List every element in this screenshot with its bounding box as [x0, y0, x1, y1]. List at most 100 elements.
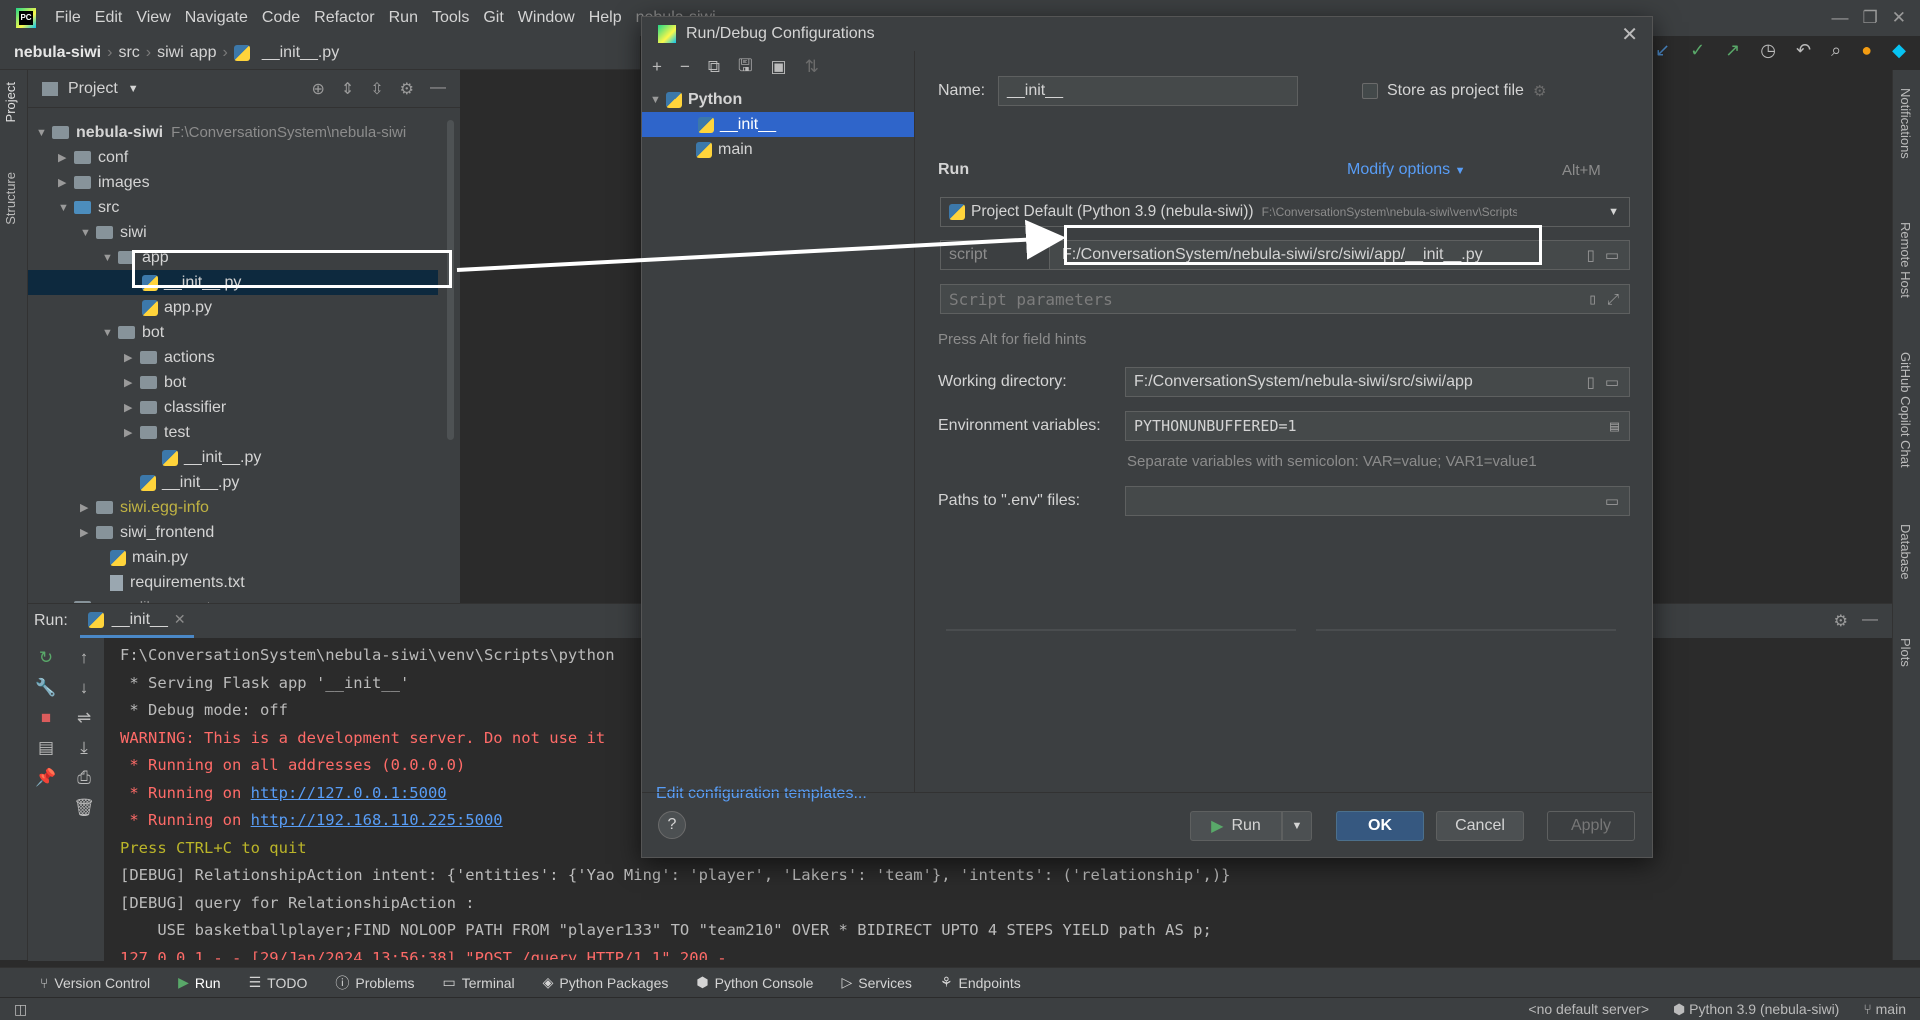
tree-item[interactable]: ▶ bot: [124, 370, 186, 395]
chevron-right-icon[interactable]: ▶: [80, 501, 96, 514]
database-tab[interactable]: Database: [1898, 524, 1913, 580]
folder-add-icon[interactable]: ▣: [771, 57, 787, 77]
tree-item[interactable]: ▶ siwi_frontend: [80, 520, 214, 545]
breadcrumb-siwi[interactable]: siwi: [157, 44, 184, 62]
menu-git[interactable]: Git: [476, 9, 510, 27]
console-link[interactable]: http://127.0.0.1:5000: [251, 784, 447, 802]
tree-item[interactable]: __init__.py: [146, 445, 261, 470]
vcs-commit-icon[interactable]: ✓: [1690, 40, 1705, 61]
hide-icon[interactable]: —: [430, 79, 446, 99]
git-branch-status[interactable]: ⑂ main: [1863, 1001, 1906, 1018]
structure-tool-tab[interactable]: Structure: [3, 172, 18, 225]
env-files-field[interactable]: ▭: [1125, 486, 1630, 516]
chevron-down-icon[interactable]: ▼: [102, 252, 118, 264]
console-link[interactable]: http://192.168.110.225:5000: [251, 811, 503, 829]
chevron-right-icon[interactable]: ▶: [124, 376, 140, 389]
config-group-python[interactable]: ▼ Python: [650, 87, 915, 112]
config-item-init[interactable]: __init__: [642, 112, 914, 137]
server-status[interactable]: <no default server>: [1528, 1001, 1649, 1018]
gear-icon[interactable]: ⚙: [1533, 82, 1546, 100]
update-icon[interactable]: ●: [1861, 40, 1872, 61]
notifications-tab[interactable]: Notifications: [1898, 88, 1913, 159]
history-icon[interactable]: ◷: [1760, 40, 1776, 61]
breadcrumb-project[interactable]: nebula-siwi: [14, 44, 101, 62]
vcs-update-icon[interactable]: ↙: [1655, 40, 1670, 61]
tree-item[interactable]: ▶ siwi.egg-info: [80, 495, 209, 520]
chevron-down-icon[interactable]: ▼: [80, 227, 96, 239]
chevron-down-icon[interactable]: ▼: [128, 83, 139, 95]
tree-item[interactable]: ▼ siwi: [80, 220, 147, 245]
sort-icon[interactable]: ⇅: [805, 57, 819, 77]
chevron-down-icon[interactable]: ▼: [36, 127, 52, 139]
endpoints-tab[interactable]: ⚘ Endpoints: [940, 974, 1021, 991]
breadcrumb-src[interactable]: src: [118, 44, 139, 62]
checkbox[interactable]: [1362, 83, 1378, 99]
tree-item[interactable]: app.py: [126, 295, 212, 320]
chevron-right-icon[interactable]: ▶: [124, 351, 140, 364]
collapse-all-icon[interactable]: ⇳: [370, 79, 383, 99]
run-options-button[interactable]: ▼: [1282, 811, 1312, 841]
tree-item[interactable]: ▶ conf: [58, 145, 128, 170]
stop-icon[interactable]: ■: [28, 708, 64, 728]
apply-button[interactable]: Apply: [1547, 811, 1635, 841]
edit-list-icon[interactable]: ▤: [1610, 417, 1619, 435]
menu-code[interactable]: Code: [255, 9, 307, 27]
expand-icon[interactable]: ⤢: [1607, 290, 1619, 308]
add-icon[interactable]: +: [652, 57, 662, 77]
menu-help[interactable]: Help: [582, 9, 629, 27]
python-packages-tab[interactable]: ◈ Python Packages: [543, 974, 669, 991]
rerun-icon[interactable]: ↻: [28, 648, 64, 668]
environment-variables-field[interactable]: PYTHONUNBUFFERED=1 ▤: [1125, 411, 1630, 441]
remote-host-tab[interactable]: Remote Host: [1898, 222, 1913, 298]
jetbrains-ai-icon[interactable]: ◆: [1892, 40, 1906, 61]
chevron-right-icon[interactable]: ▶: [58, 151, 74, 164]
pin-icon[interactable]: 📌: [28, 768, 64, 788]
chevron-right-icon[interactable]: ▶: [58, 176, 74, 189]
python-console-tab[interactable]: ⬢ Python Console: [696, 974, 813, 991]
tree-item[interactable]: ▼ nebula-siwi F:\ConversationSystem\nebula…: [36, 120, 406, 145]
expand-all-icon[interactable]: ⇕: [341, 79, 354, 99]
working-directory-field[interactable]: F:/ConversationSystem/nebula-siwi/src/si…: [1125, 367, 1630, 397]
breadcrumb-file[interactable]: __init__.py: [262, 44, 339, 62]
services-tab[interactable]: ▷ Services: [841, 974, 911, 991]
print-icon[interactable]: ⎙: [64, 768, 104, 788]
maximize-icon[interactable]: ❐: [1863, 8, 1878, 28]
search-icon[interactable]: ⌕: [1831, 40, 1841, 61]
layout-toggle-icon[interactable]: ◫: [14, 1001, 27, 1018]
ok-button[interactable]: OK: [1336, 811, 1424, 841]
vcs-push-icon[interactable]: ↗: [1725, 40, 1740, 61]
version-control-tab[interactable]: ⑂ Version Control: [40, 975, 150, 991]
chevron-right-icon[interactable]: ▶: [124, 401, 140, 414]
project-title[interactable]: Project: [68, 80, 118, 98]
gear-icon[interactable]: ⚙: [400, 79, 414, 99]
chevron-right-icon[interactable]: ▶: [80, 526, 96, 539]
run-tab[interactable]: __init__ ✕: [79, 605, 194, 638]
hide-icon[interactable]: —: [1862, 611, 1878, 631]
tree-item[interactable]: ▼ bot: [102, 320, 164, 345]
help-button[interactable]: ?: [658, 811, 686, 839]
script-kind-select[interactable]: script: [940, 240, 1060, 270]
tree-item[interactable]: __init__.py: [124, 470, 239, 495]
gear-icon[interactable]: ⚙: [1834, 611, 1848, 631]
copy-icon[interactable]: ⧉: [708, 57, 720, 77]
chevron-right-icon[interactable]: ▶: [124, 426, 140, 439]
folder-icon[interactable]: ▭: [1605, 246, 1619, 264]
close-icon[interactable]: ✕: [1621, 22, 1638, 47]
layout-icon[interactable]: ▤: [28, 738, 64, 758]
interpreter-select[interactable]: Project Default (Python 3.9 (nebula-siwi…: [940, 197, 1630, 227]
chevron-down-icon[interactable]: ▼: [102, 327, 118, 339]
script-parameters-field[interactable]: Script parameters ▯ ⤢: [940, 284, 1630, 314]
arrow-up-icon[interactable]: ↑: [64, 648, 104, 668]
todo-tab[interactable]: ☰ TODO: [249, 974, 308, 991]
name-field[interactable]: __init__: [998, 76, 1298, 106]
interpreter-status[interactable]: ⬢ Python 3.9 (nebula-siwi): [1673, 1001, 1839, 1018]
plots-tab[interactable]: Plots: [1898, 638, 1913, 667]
tree-item[interactable]: ▶ actions: [124, 345, 215, 370]
menu-run[interactable]: Run: [382, 9, 425, 27]
project-tool-tab[interactable]: Project: [3, 82, 18, 122]
tree-item[interactable]: ▶ classifier: [124, 395, 226, 420]
tree-item[interactable]: ▼ src: [58, 195, 119, 220]
tree-item[interactable]: ▶ test: [124, 420, 190, 445]
minimize-icon[interactable]: —: [1832, 8, 1849, 28]
tree-item[interactable]: ▶ images: [58, 170, 150, 195]
